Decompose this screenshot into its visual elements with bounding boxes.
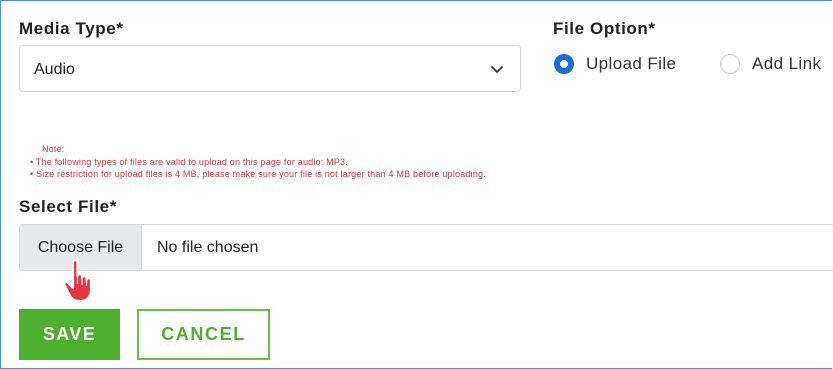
media-type-select[interactable]: Audio bbox=[19, 45, 521, 92]
media-type-label: Media Type* bbox=[19, 19, 124, 38]
select-file-label: Select File* bbox=[19, 197, 117, 216]
chevron-down-icon bbox=[491, 66, 503, 73]
media-type-value: Audio bbox=[34, 61, 75, 78]
upload-note: Note: • The following types of files are… bbox=[19, 143, 486, 181]
radio-unselected-icon[interactable] bbox=[720, 54, 740, 74]
radio-add-link-label: Add Link bbox=[752, 54, 822, 73]
hand-pointer-icon bbox=[63, 259, 93, 303]
file-status-text: No file chosen bbox=[157, 239, 259, 256]
save-button[interactable]: SAVE bbox=[19, 309, 120, 360]
radio-add-link[interactable]: Add Link bbox=[720, 52, 821, 76]
radio-upload-file-label: Upload File bbox=[586, 54, 677, 73]
file-input[interactable]: Choose File No file chosen bbox=[19, 224, 833, 271]
note-line-size-limit: • Size restriction for upload files is 4… bbox=[30, 169, 486, 179]
cancel-button[interactable]: CANCEL bbox=[137, 309, 270, 360]
note-title: Note: bbox=[42, 144, 65, 154]
radio-selected-icon[interactable] bbox=[554, 54, 574, 74]
radio-upload-file[interactable]: Upload File bbox=[554, 52, 676, 76]
note-line-file-types: • The following types of files are valid… bbox=[30, 156, 348, 167]
file-option-label: File Option* bbox=[553, 19, 656, 38]
